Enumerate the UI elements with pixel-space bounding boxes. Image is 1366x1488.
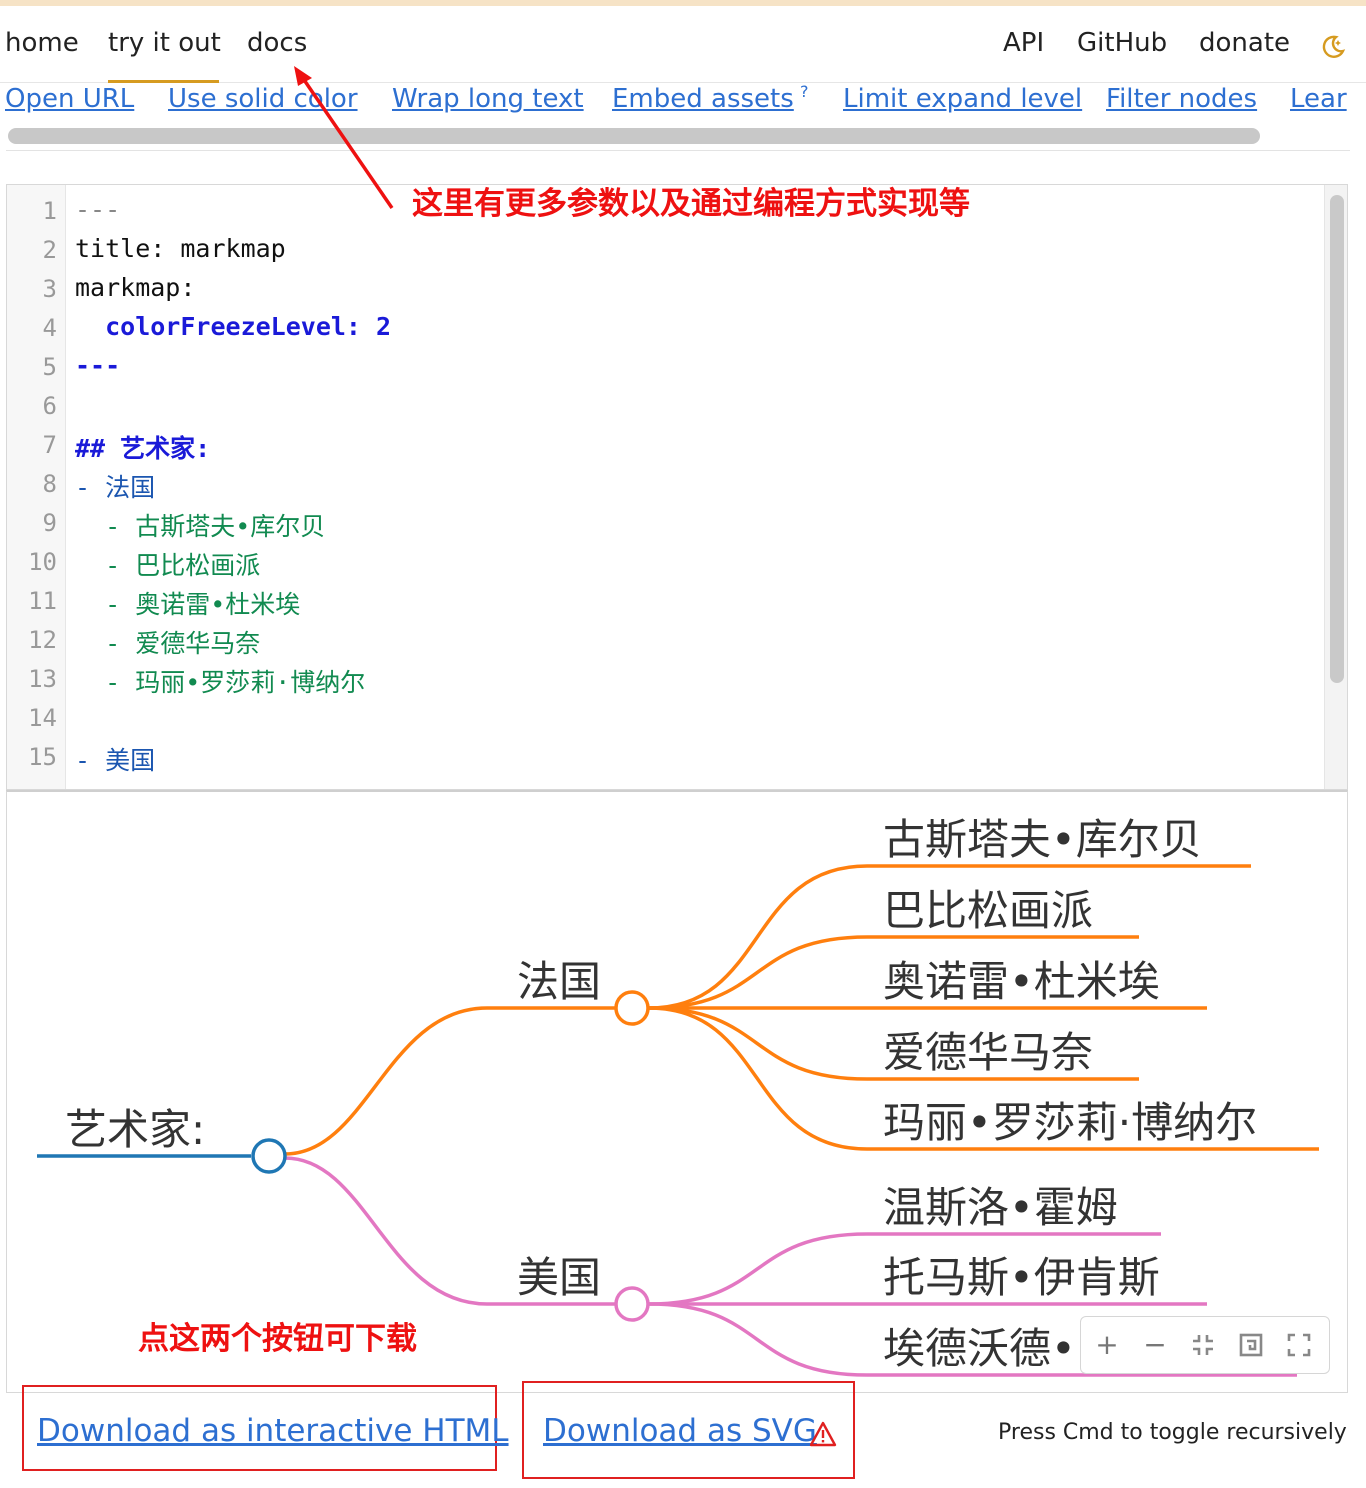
link-open-url[interactable]: Open URL — [5, 84, 134, 114]
markdown-editor[interactable]: 1 2 3 4 5 6 7 8 9 10 11 12 13 14 15 --- … — [6, 184, 1348, 790]
fullscreen-button[interactable] — [1281, 1327, 1317, 1363]
nav-api[interactable]: API — [1003, 28, 1044, 58]
zoom-in-button[interactable]: + — [1089, 1327, 1125, 1363]
line-number: 11 — [28, 587, 57, 615]
line-number: 5 — [42, 353, 57, 381]
usa-node-toggle[interactable] — [614, 1286, 650, 1322]
download-html-link[interactable]: Download as interactive HTML — [37, 1413, 509, 1449]
link-limit-expand-level[interactable]: Limit expand level — [843, 84, 1082, 114]
fit-window-button[interactable] — [1185, 1327, 1221, 1363]
usa-child-label[interactable]: 埃德沃德• — [883, 1324, 1076, 1373]
code-line[interactable]: title: markmap — [75, 234, 286, 263]
top-nav: home try it out docs API GitHub donate — [0, 6, 1366, 83]
link-use-solid-color[interactable]: Use solid color — [168, 84, 358, 114]
root-node-toggle[interactable] — [251, 1138, 287, 1174]
warning-icon — [809, 1421, 837, 1451]
france-child-label[interactable]: 巴比松画派 — [883, 886, 1093, 935]
line-number: 4 — [42, 314, 57, 342]
link-learn[interactable]: Lear — [1290, 84, 1347, 114]
link-embed-assets[interactable]: Embed assets — [612, 84, 794, 114]
download-annotation: 点这两个按钮可下载 — [138, 1321, 417, 1357]
nav-github[interactable]: GitHub — [1077, 28, 1167, 58]
code-line[interactable]: - 法国 — [75, 468, 155, 504]
nav-try-it-out[interactable]: try it out — [108, 28, 221, 58]
france-child-label[interactable]: 奥诺雷•杜米埃 — [883, 957, 1160, 1006]
nav-home[interactable]: home — [5, 28, 79, 58]
code-line[interactable]: ## 艺术家: — [75, 429, 210, 465]
moon-icon[interactable] — [1320, 34, 1346, 64]
france-node-toggle[interactable] — [614, 990, 650, 1026]
france-child-label[interactable]: 古斯塔夫•库尔贝 — [883, 815, 1202, 864]
recurse-toggle-button[interactable] — [1233, 1327, 1269, 1363]
line-number: 13 — [28, 665, 57, 693]
edge-root-france — [284, 1006, 635, 1156]
code-line[interactable]: markmap: — [75, 273, 195, 302]
line-number: 8 — [42, 470, 57, 498]
line-number: 10 — [28, 548, 57, 576]
mindmap-toolbar: + − — [1080, 1316, 1330, 1374]
link-wrap-long-text[interactable]: Wrap long text — [392, 84, 584, 114]
usa-child-label[interactable]: 托马斯•伊肯斯 — [883, 1253, 1160, 1302]
mindmap-canvas[interactable]: 艺术家: 法国 美国 古斯塔夫•库尔贝 巴比松画派 奥诺雷•杜米埃 爱德华马奈 … — [6, 790, 1348, 1393]
code-line[interactable]: - 玛丽•罗莎莉·博纳尔 — [75, 663, 365, 699]
active-tab-indicator — [108, 80, 219, 83]
examples-link-bar: Open URL Use solid color Wrap long text … — [0, 84, 1350, 120]
code-line[interactable]: - 巴比松画派 — [75, 546, 260, 582]
editor-gutter: 1 2 3 4 5 6 7 8 9 10 11 12 13 14 15 — [7, 185, 66, 789]
line-number: 7 — [42, 431, 57, 459]
code-line[interactable]: - 美国 — [75, 741, 155, 777]
line-number: 2 — [42, 236, 57, 264]
line-number: 15 — [28, 743, 57, 771]
nav-docs[interactable]: docs — [247, 28, 307, 58]
fit-icon — [1193, 1335, 1213, 1355]
download-svg-link[interactable]: Download as SVG — [543, 1413, 817, 1449]
fullscreen-icon — [1287, 1333, 1311, 1357]
line-number: 3 — [42, 275, 57, 303]
link-bar-scrollbar[interactable] — [8, 128, 1260, 144]
editor-scrollbar[interactable] — [1330, 195, 1344, 683]
line-number: 6 — [42, 392, 57, 420]
line-number: 14 — [28, 704, 57, 732]
mindmap-svg[interactable]: 艺术家: 法国 美国 古斯塔夫•库尔贝 巴比松画派 奥诺雷•杜米埃 爱德华马奈 … — [7, 792, 1347, 1392]
code-line[interactable]: colorFreezeLevel: 2 — [75, 312, 391, 341]
france-child-label[interactable]: 玛丽•罗莎莉·博纳尔 — [883, 1098, 1257, 1147]
docs-annotation: 这里有更多参数以及通过编程方式实现等 — [412, 186, 970, 222]
zoom-out-button[interactable]: − — [1137, 1327, 1173, 1363]
code-line[interactable]: - 古斯塔夫•库尔贝 — [75, 507, 325, 543]
line-number: 12 — [28, 626, 57, 654]
line-number: 9 — [42, 509, 57, 537]
root-label[interactable]: 艺术家: — [65, 1105, 205, 1154]
link-filter-nodes[interactable]: Filter nodes — [1106, 84, 1257, 114]
recurse-icon — [1239, 1333, 1263, 1357]
france-child-label[interactable]: 爱德华马奈 — [883, 1028, 1093, 1077]
embed-assets-help-mark[interactable]: ? — [800, 84, 809, 101]
usa-child-label[interactable]: 温斯洛•霍姆 — [883, 1183, 1118, 1232]
code-line[interactable]: --- — [75, 351, 120, 380]
toggle-hint: Press Cmd to toggle recursively — [998, 1420, 1347, 1445]
usa-label[interactable]: 美国 — [517, 1253, 601, 1302]
code-line[interactable]: - 爱德华马奈 — [75, 624, 260, 660]
line-number: 1 — [42, 197, 57, 225]
code-line[interactable]: - 奥诺雷•杜米埃 — [75, 585, 300, 621]
france-label[interactable]: 法国 — [517, 957, 601, 1006]
nav-donate[interactable]: donate — [1199, 28, 1290, 58]
code-line[interactable]: --- — [75, 195, 120, 224]
